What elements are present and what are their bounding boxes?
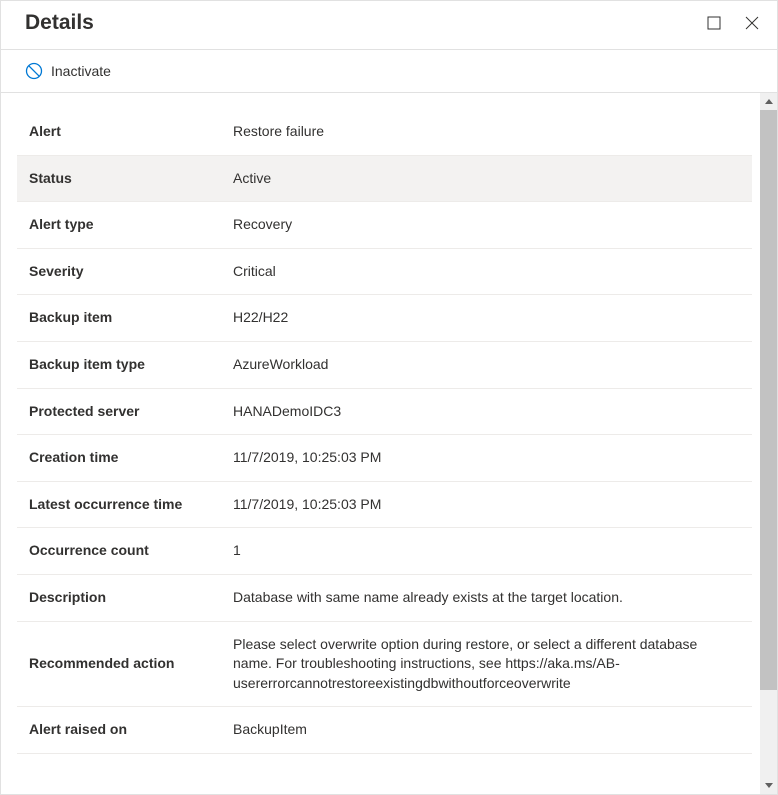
content-area: AlertRestore failureStatusActiveAlert ty…	[1, 93, 777, 794]
table-row: DescriptionDatabase with same name alrea…	[17, 574, 752, 621]
window-controls	[705, 14, 761, 32]
row-value: Please select overwrite option during re…	[227, 621, 752, 707]
scroll-down-arrow[interactable]	[760, 777, 777, 794]
row-label: Creation time	[17, 435, 227, 482]
table-row: Alert typeRecovery	[17, 202, 752, 249]
row-value: AzureWorkload	[227, 341, 752, 388]
table-row: Recommended actionPlease select overwrit…	[17, 621, 752, 707]
row-value: 11/7/2019, 10:25:03 PM	[227, 435, 752, 482]
row-value: Recovery	[227, 202, 752, 249]
row-label: Latest occurrence time	[17, 481, 227, 528]
row-value: 11/7/2019, 10:25:03 PM	[227, 481, 752, 528]
row-label: Alert type	[17, 202, 227, 249]
row-label: Recommended action	[17, 621, 227, 707]
table-row: Backup item typeAzureWorkload	[17, 341, 752, 388]
row-label: Backup item	[17, 295, 227, 342]
scrollbar-thumb[interactable]	[760, 110, 777, 690]
row-value: Active	[227, 155, 752, 202]
maximize-icon	[707, 16, 721, 30]
row-label: Severity	[17, 248, 227, 295]
row-value: Database with same name already exists a…	[227, 574, 752, 621]
row-label: Status	[17, 155, 227, 202]
row-value: HANADemoIDC3	[227, 388, 752, 435]
table-row: SeverityCritical	[17, 248, 752, 295]
close-button[interactable]	[743, 14, 761, 32]
row-label: Protected server	[17, 388, 227, 435]
toolbar: Inactivate	[1, 50, 777, 93]
table-row: Occurrence count1	[17, 528, 752, 575]
window-title: Details	[25, 11, 705, 35]
details-table: AlertRestore failureStatusActiveAlert ty…	[17, 109, 752, 754]
scroll-up-arrow[interactable]	[760, 93, 777, 110]
row-value: H22/H22	[227, 295, 752, 342]
row-label: Description	[17, 574, 227, 621]
row-label: Occurrence count	[17, 528, 227, 575]
row-value: Restore failure	[227, 109, 752, 155]
row-value: Critical	[227, 248, 752, 295]
chevron-up-icon	[765, 99, 773, 104]
titlebar: Details	[1, 1, 777, 50]
row-value: 1	[227, 528, 752, 575]
scrollbar[interactable]	[760, 93, 777, 794]
table-row: StatusActive	[17, 155, 752, 202]
details-window: Details Inactivate	[0, 0, 778, 795]
table-row: Latest occurrence time11/7/2019, 10:25:0…	[17, 481, 752, 528]
close-icon	[744, 15, 760, 31]
row-value: BackupItem	[227, 707, 752, 754]
inactivate-button[interactable]: Inactivate	[25, 62, 111, 80]
maximize-button[interactable]	[705, 14, 723, 32]
row-label: Backup item type	[17, 341, 227, 388]
row-label: Alert raised on	[17, 707, 227, 754]
table-row: Alert raised onBackupItem	[17, 707, 752, 754]
table-row: Backup itemH22/H22	[17, 295, 752, 342]
inactivate-label: Inactivate	[51, 63, 111, 79]
table-row: AlertRestore failure	[17, 109, 752, 155]
inactivate-icon	[25, 62, 43, 80]
chevron-down-icon	[765, 783, 773, 788]
row-label: Alert	[17, 109, 227, 155]
table-row: Protected serverHANADemoIDC3	[17, 388, 752, 435]
table-row: Creation time11/7/2019, 10:25:03 PM	[17, 435, 752, 482]
